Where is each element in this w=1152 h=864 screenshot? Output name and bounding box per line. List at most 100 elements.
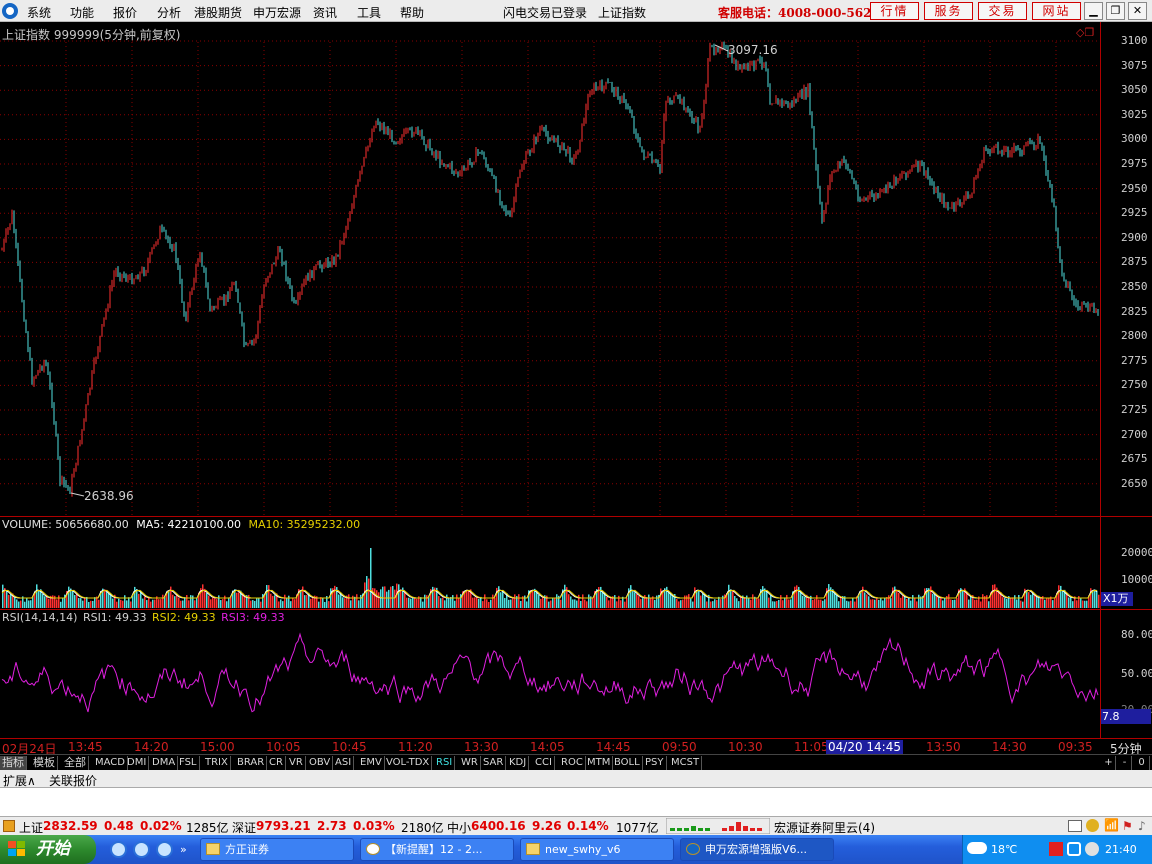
tab-fsl[interactable]: FSL xyxy=(177,756,200,770)
sh-index-name[interactable]: 上证 xyxy=(19,819,43,836)
shield-icon[interactable] xyxy=(1067,842,1081,856)
tab-sar[interactable]: SAR xyxy=(481,756,507,770)
tab-template[interactable]: 模板 xyxy=(31,756,58,770)
zx-index-name[interactable]: 中小 xyxy=(447,819,471,836)
volume-bar xyxy=(692,601,694,608)
volume-bar xyxy=(90,600,92,608)
sound-icon[interactable]: ♪ xyxy=(1138,819,1146,833)
menu-item-tools[interactable]: 工具 xyxy=(357,4,381,21)
tab-psy[interactable]: PSY xyxy=(643,756,667,770)
lock-icon[interactable] xyxy=(1086,819,1099,832)
volume-bar xyxy=(188,600,190,608)
tab-emv[interactable]: EMV xyxy=(358,756,385,770)
chart-canvas[interactable] xyxy=(0,22,1152,738)
tab-dmi[interactable]: DMI xyxy=(125,756,150,770)
related-quotes-tab[interactable]: 关联报价 xyxy=(49,772,97,789)
trade-button[interactable]: 交易 xyxy=(978,2,1027,20)
tab-obv[interactable]: OBV xyxy=(307,756,334,770)
taskbar-window[interactable]: 方正证券 xyxy=(200,838,354,861)
volume-bar xyxy=(1028,592,1030,608)
volume-bar xyxy=(718,596,720,608)
rsi-tick: 50.00 xyxy=(1121,667,1152,680)
window-icon[interactable] xyxy=(1068,820,1082,832)
tab-vr[interactable]: VR xyxy=(287,756,306,770)
menu-bar: 系统 功能 报价 分析 港股期货 申万宏源 资讯 工具 帮助 闪电交易已登录 上… xyxy=(0,0,1152,22)
ie-icon[interactable] xyxy=(156,841,173,858)
time-label: 14:30 xyxy=(992,740,1027,754)
market-button[interactable]: 行情 xyxy=(870,2,919,20)
volume-bar xyxy=(950,599,952,608)
tab-boll[interactable]: BOLL xyxy=(612,756,643,770)
taskbar-window[interactable]: new_swhy_v6 xyxy=(520,838,674,861)
volume-bar xyxy=(614,595,616,608)
volume-bar xyxy=(82,600,84,608)
volume-bar xyxy=(284,594,286,608)
time-label: 10:30 xyxy=(728,740,763,754)
weather-icon[interactable] xyxy=(967,842,987,854)
service-button[interactable]: 服务 xyxy=(924,2,973,20)
minimize-icon[interactable]: ▁ xyxy=(1084,2,1103,20)
tray-app-icon[interactable] xyxy=(1049,842,1063,856)
volume-panel-title: VOLUME: 50656680.00 MA5: 42210100.00 MA1… xyxy=(2,518,360,531)
tab-cci[interactable]: CCI xyxy=(533,756,555,770)
volume-bar xyxy=(642,598,644,608)
volume-bar xyxy=(700,595,702,608)
volume-bar xyxy=(128,597,130,608)
volume-bar xyxy=(852,597,854,608)
volume-bar xyxy=(208,595,210,608)
restore-icon[interactable]: ❐ xyxy=(1106,2,1125,20)
volume-bar xyxy=(894,586,896,608)
tab-all[interactable]: 全部 xyxy=(62,756,89,770)
tab-brar[interactable]: BRAR xyxy=(235,756,268,770)
speaker-icon[interactable]: ⚑ xyxy=(1122,819,1133,833)
tab-vol-tdx[interactable]: VOL-TDX xyxy=(384,756,433,770)
server-name[interactable]: 宏源证券阿里云(4) xyxy=(774,819,875,836)
ie-icon[interactable] xyxy=(133,841,150,858)
menu-item-hk-futures[interactable]: 港股期货 xyxy=(194,4,242,21)
website-button[interactable]: 网站 xyxy=(1032,2,1081,20)
menu-item-analysis[interactable]: 分析 xyxy=(157,4,181,21)
volume-bar xyxy=(502,591,504,608)
sz-index-name[interactable]: 深证 xyxy=(232,819,256,836)
tab-kdj[interactable]: KDJ xyxy=(507,756,530,770)
tab-indicator[interactable]: 指标 xyxy=(0,756,27,770)
tab-dma[interactable]: DMA xyxy=(150,756,179,770)
volume-bar xyxy=(934,594,936,608)
quick-launch-more-icon[interactable]: » xyxy=(180,843,187,856)
taskbar-window[interactable]: 【新提醒】12 - 2... xyxy=(360,838,514,861)
menu-item-help[interactable]: 帮助 xyxy=(400,4,424,21)
tab-asi[interactable]: ASI xyxy=(333,756,355,770)
menu-item-swhy[interactable]: 申万宏源 xyxy=(253,4,301,21)
menu-item-function[interactable]: 功能 xyxy=(70,4,94,21)
tab-mcst[interactable]: MCST xyxy=(669,756,703,770)
tab-mtm[interactable]: MTM xyxy=(585,756,614,770)
rsi3-value: RSI3: 49.33 xyxy=(221,611,285,624)
tab-wr[interactable]: WR xyxy=(459,756,481,770)
zoom-out-button[interactable]: - xyxy=(1118,756,1132,770)
speaker-icon[interactable] xyxy=(1085,842,1099,856)
tab-roc[interactable]: ROC xyxy=(559,756,586,770)
price-tick: 2850 xyxy=(1121,280,1148,293)
start-button[interactable]: 开始 xyxy=(0,835,96,864)
volume-bar xyxy=(876,598,878,608)
zoom-in-button[interactable]: + xyxy=(1102,756,1116,770)
expand-tab[interactable]: 扩展∧ xyxy=(3,772,36,789)
reset-button[interactable]: 0 xyxy=(1134,756,1150,770)
menu-item-system[interactable]: 系统 xyxy=(27,4,51,21)
menu-item-quote[interactable]: 报价 xyxy=(113,4,137,21)
menu-item-info[interactable]: 资讯 xyxy=(313,4,337,21)
signal-icon[interactable]: 📶 xyxy=(1104,818,1119,832)
volume-bar xyxy=(1054,598,1056,608)
volume-bar xyxy=(872,599,874,608)
tab-rsi[interactable]: RSI xyxy=(434,756,456,770)
volume-bar xyxy=(28,600,30,608)
panel-option-icon[interactable]: ◇❐ xyxy=(1076,26,1094,39)
volume-bar xyxy=(576,600,578,608)
volume-bar xyxy=(878,599,880,608)
taskbar-window-active[interactable]: 申万宏源增强版V6... xyxy=(680,838,834,861)
tab-macd[interactable]: MACD xyxy=(93,756,128,770)
ie-icon[interactable] xyxy=(110,841,127,858)
tab-trix[interactable]: TRIX xyxy=(203,756,231,770)
tab-cr[interactable]: CR xyxy=(267,756,286,770)
close-icon[interactable]: ✕ xyxy=(1128,2,1147,20)
